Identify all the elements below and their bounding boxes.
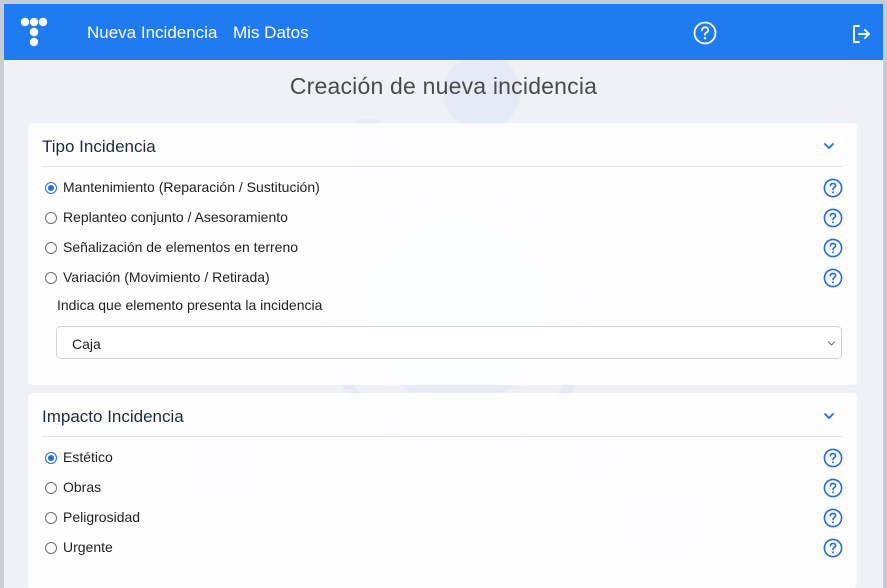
radio-button[interactable]: [45, 512, 57, 524]
radio-option-obras[interactable]: Obras: [43, 478, 843, 500]
nav-link-mis-datos[interactable]: Mis Datos: [233, 23, 309, 43]
question-circle-icon[interactable]: [823, 178, 843, 198]
radio-button[interactable]: [45, 212, 57, 224]
impacto-incidencia-card: Impacto Incidencia Estético Obras Peligr…: [28, 393, 857, 588]
radio-button[interactable]: [45, 482, 57, 494]
radio-button[interactable]: [45, 182, 57, 194]
section-title: Impacto Incidencia: [42, 407, 184, 426]
top-navbar: Nueva Incidencia Mis Datos: [4, 4, 883, 60]
option-label[interactable]: Variación (Movimiento / Retirada): [63, 269, 270, 285]
option-label[interactable]: Mantenimiento (Reparación / Sustitución): [63, 179, 320, 195]
question-circle-icon[interactable]: [823, 208, 843, 228]
radio-option-estetico[interactable]: Estético: [43, 448, 843, 470]
question-circle-icon[interactable]: [823, 268, 843, 288]
question-circle-icon[interactable]: [823, 508, 843, 528]
radio-button[interactable]: [45, 452, 57, 464]
radio-button[interactable]: [45, 272, 57, 284]
question-circle-icon[interactable]: [823, 478, 843, 498]
radio-option-urgente[interactable]: Urgente: [43, 538, 843, 560]
logout-icon[interactable]: [850, 23, 872, 45]
tipo-incidencia-card: Tipo Incidencia Mantenimiento (Reparació…: [28, 123, 857, 385]
option-label[interactable]: Urgente: [63, 539, 113, 555]
question-circle-icon[interactable]: [823, 538, 843, 558]
question-circle-icon[interactable]: [693, 21, 717, 45]
section-title: Tipo Incidencia: [42, 137, 156, 156]
option-label[interactable]: Peligrosidad: [63, 509, 140, 525]
radio-option-senalizacion[interactable]: Señalización de elementos en terreno: [43, 238, 843, 260]
tipo-incidencia-header[interactable]: Tipo Incidencia: [42, 123, 843, 167]
select-value: Caja: [72, 336, 101, 352]
page-title: Creación de nueva incidencia: [289, 73, 598, 99]
radio-option-mantenimiento[interactable]: Mantenimiento (Reparación / Sustitución): [43, 178, 843, 200]
option-label[interactable]: Replanteo conjunto / Asesoramiento: [63, 209, 288, 225]
chevron-down-icon[interactable]: [823, 410, 835, 422]
element-select[interactable]: Caja: [56, 326, 842, 359]
chevron-down-icon[interactable]: [823, 140, 835, 152]
question-circle-icon[interactable]: [823, 448, 843, 468]
option-label[interactable]: Obras: [63, 479, 101, 495]
option-label[interactable]: Señalización de elementos en terreno: [63, 239, 298, 255]
brand-logo-icon[interactable]: [19, 16, 49, 48]
element-field-label: Indica que elemento presenta la incidenc…: [57, 297, 323, 313]
radio-option-replanteo[interactable]: Replanteo conjunto / Asesoramiento: [43, 208, 843, 230]
nav-link-nueva-incidencia[interactable]: Nueva Incidencia: [87, 23, 217, 43]
chevron-down-icon: [827, 341, 836, 346]
option-label[interactable]: Estético: [63, 449, 113, 465]
radio-option-variacion[interactable]: Variación (Movimiento / Retirada): [43, 268, 843, 290]
impacto-incidencia-header[interactable]: Impacto Incidencia: [42, 393, 843, 437]
radio-option-peligrosidad[interactable]: Peligrosidad: [43, 508, 843, 530]
question-circle-icon[interactable]: [823, 238, 843, 258]
app-window: Nueva Incidencia Mis Datos Creación de n…: [4, 4, 883, 588]
radio-button[interactable]: [45, 242, 57, 254]
radio-button[interactable]: [45, 542, 57, 554]
